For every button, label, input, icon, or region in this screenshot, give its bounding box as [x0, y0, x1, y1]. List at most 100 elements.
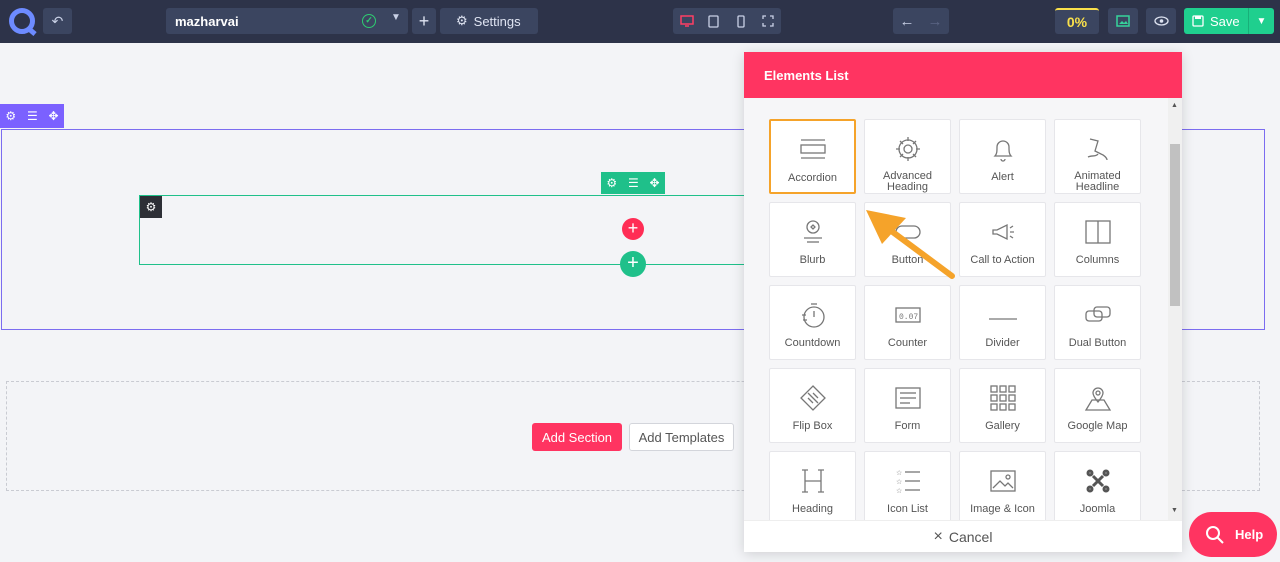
element-tile-counter[interactable]: 0.07 Counter [864, 285, 951, 360]
section-toolbar: ⚙ ☰ ✥ [0, 104, 64, 128]
cancel-button[interactable]: × Cancel [744, 520, 1182, 552]
element-tile-joomla[interactable]: Joomla [1054, 451, 1141, 520]
desktop-icon[interactable] [673, 8, 700, 34]
section-move-icon[interactable]: ✥ [49, 109, 59, 123]
save-button[interactable]: Save ▼ [1184, 8, 1274, 34]
add-section-button[interactable]: Add Section [532, 423, 622, 451]
element-tile-icon-list[interactable]: ☆ ☆ ☆ Icon List [864, 451, 951, 520]
element-tile-label: Joomla [1079, 503, 1116, 515]
element-tile-heading[interactable]: Heading [769, 451, 856, 520]
element-tile-divider[interactable]: Divider [959, 285, 1046, 360]
heading-icon [798, 466, 828, 496]
tablet-icon[interactable] [700, 8, 727, 34]
scrollbar[interactable]: ▲ ▼ [1168, 98, 1182, 520]
preview-button[interactable] [1146, 8, 1176, 34]
svg-text:☆: ☆ [896, 487, 902, 495]
image-icon [988, 466, 1018, 496]
element-tile-form[interactable]: Form [864, 368, 951, 443]
row-toolbar: ⚙ ☰ ✥ [601, 172, 665, 194]
add-row-button[interactable]: + [620, 251, 646, 277]
row-menu-icon[interactable]: ☰ [628, 176, 639, 190]
element-tile-flip-box[interactable]: Flip Box [769, 368, 856, 443]
add-page-button[interactable]: + [412, 8, 436, 34]
row-container[interactable] [139, 195, 759, 265]
save-icon [1192, 15, 1204, 27]
chevron-down-icon[interactable]: ▼ [391, 12, 401, 23]
animated-headline-icon [1083, 134, 1113, 163]
dual-button-icon [1083, 300, 1113, 330]
element-tile-label: Google Map [1067, 420, 1128, 432]
fullscreen-icon[interactable] [754, 8, 781, 34]
element-tile-accordion[interactable]: Accordion [769, 119, 856, 194]
column-gear-icon: ⚙ [145, 200, 157, 214]
image-icon [1116, 15, 1130, 27]
mobile-icon[interactable] [727, 8, 754, 34]
element-tile-label: Countdown [784, 337, 841, 349]
element-tile-call-to-action[interactable]: Call to Action [959, 202, 1046, 277]
element-tile-label: Advanced Heading [883, 170, 932, 193]
element-tile-alert[interactable]: Alert [959, 119, 1046, 194]
scrollbar-thumb[interactable] [1170, 144, 1180, 306]
element-tile-dual-button[interactable]: Dual Button [1054, 285, 1141, 360]
save-label: Save [1210, 13, 1240, 29]
help-label: Help [1235, 527, 1264, 542]
section-gear-icon[interactable]: ⚙ [5, 109, 16, 123]
panel-title: Elements List [744, 52, 1182, 98]
element-tile-label: Dual Button [1068, 337, 1127, 349]
svg-text:0.07: 0.07 [899, 313, 918, 322]
page-score[interactable]: 0% [1055, 8, 1099, 34]
undo-icon[interactable]: ← [893, 8, 921, 34]
scroll-down-icon[interactable]: ▼ [1171, 507, 1178, 514]
pointer-arrow [866, 210, 955, 279]
save-options-chevron-icon[interactable]: ▼ [1248, 8, 1274, 34]
column-settings-button[interactable]: ⚙ [140, 196, 162, 218]
add-element-button[interactable]: + [622, 218, 644, 240]
element-tile-label: Animated Headline [1074, 170, 1121, 193]
element-tile-image-icon[interactable]: Image & Icon [959, 451, 1046, 520]
element-tile-label: Alert [991, 171, 1014, 183]
help-button[interactable]: Help [1189, 512, 1277, 557]
accordion-icon [798, 135, 828, 165]
element-tile-columns[interactable]: Columns [1054, 202, 1141, 277]
icon-list-icon: ☆ ☆ ☆ [893, 466, 923, 496]
element-tile-advanced-heading[interactable]: Advanced Heading [864, 119, 951, 194]
back-arrow-button[interactable]: ↶ [43, 8, 72, 34]
element-tile-label: Form [894, 420, 921, 432]
search-icon [1206, 525, 1224, 544]
cancel-label: Cancel [948, 528, 993, 545]
scroll-up-icon[interactable]: ▲ [1171, 102, 1178, 109]
element-tile-label: Counter [887, 337, 928, 349]
check-circle-icon: ✓ [362, 14, 376, 28]
element-tile-label: Flip Box [792, 420, 833, 432]
add-templates-button[interactable]: Add Templates [629, 423, 734, 451]
elements-scroll-area[interactable]: Accordion Advanced Heading Alert Animated H… [744, 98, 1182, 520]
element-tile-label: Columns [1075, 254, 1120, 266]
gear-icon: ⚙ [456, 13, 468, 28]
element-tile-blurb[interactable]: Blurb [769, 202, 856, 277]
element-tile-countdown[interactable]: Countdown [769, 285, 856, 360]
row-gear-icon[interactable]: ⚙ [606, 176, 617, 190]
plus-icon: + [627, 252, 639, 274]
element-tile-gallery[interactable]: Gallery [959, 368, 1046, 443]
device-switcher [673, 8, 781, 34]
settings-button[interactable]: ⚙ Settings [440, 8, 538, 34]
logo [9, 8, 35, 34]
element-tile-animated-headline[interactable]: Animated Headline [1054, 119, 1141, 194]
element-tile-label: Call to Action [970, 254, 1035, 266]
blurb-icon [798, 217, 828, 247]
row-move-icon[interactable]: ✥ [650, 176, 660, 190]
elements-grid: Accordion Advanced Heading Alert Animated H… [769, 119, 1141, 520]
map-icon [1083, 383, 1113, 413]
site-name: mazharvai [175, 13, 239, 29]
section-menu-icon[interactable]: ☰ [27, 109, 38, 123]
gallery-icon [988, 383, 1018, 413]
plus-icon: + [627, 218, 639, 238]
redo-icon[interactable]: → [921, 8, 949, 34]
bell-icon [988, 134, 1018, 164]
media-button[interactable] [1108, 8, 1138, 34]
element-tile-label: Icon List [887, 503, 928, 515]
gear-puzzle-icon [893, 134, 923, 163]
element-tile-google-map[interactable]: Google Map [1054, 368, 1141, 443]
close-icon: × [933, 527, 943, 545]
site-selector[interactable]: mazharvai ✓ ▼ [166, 8, 408, 34]
